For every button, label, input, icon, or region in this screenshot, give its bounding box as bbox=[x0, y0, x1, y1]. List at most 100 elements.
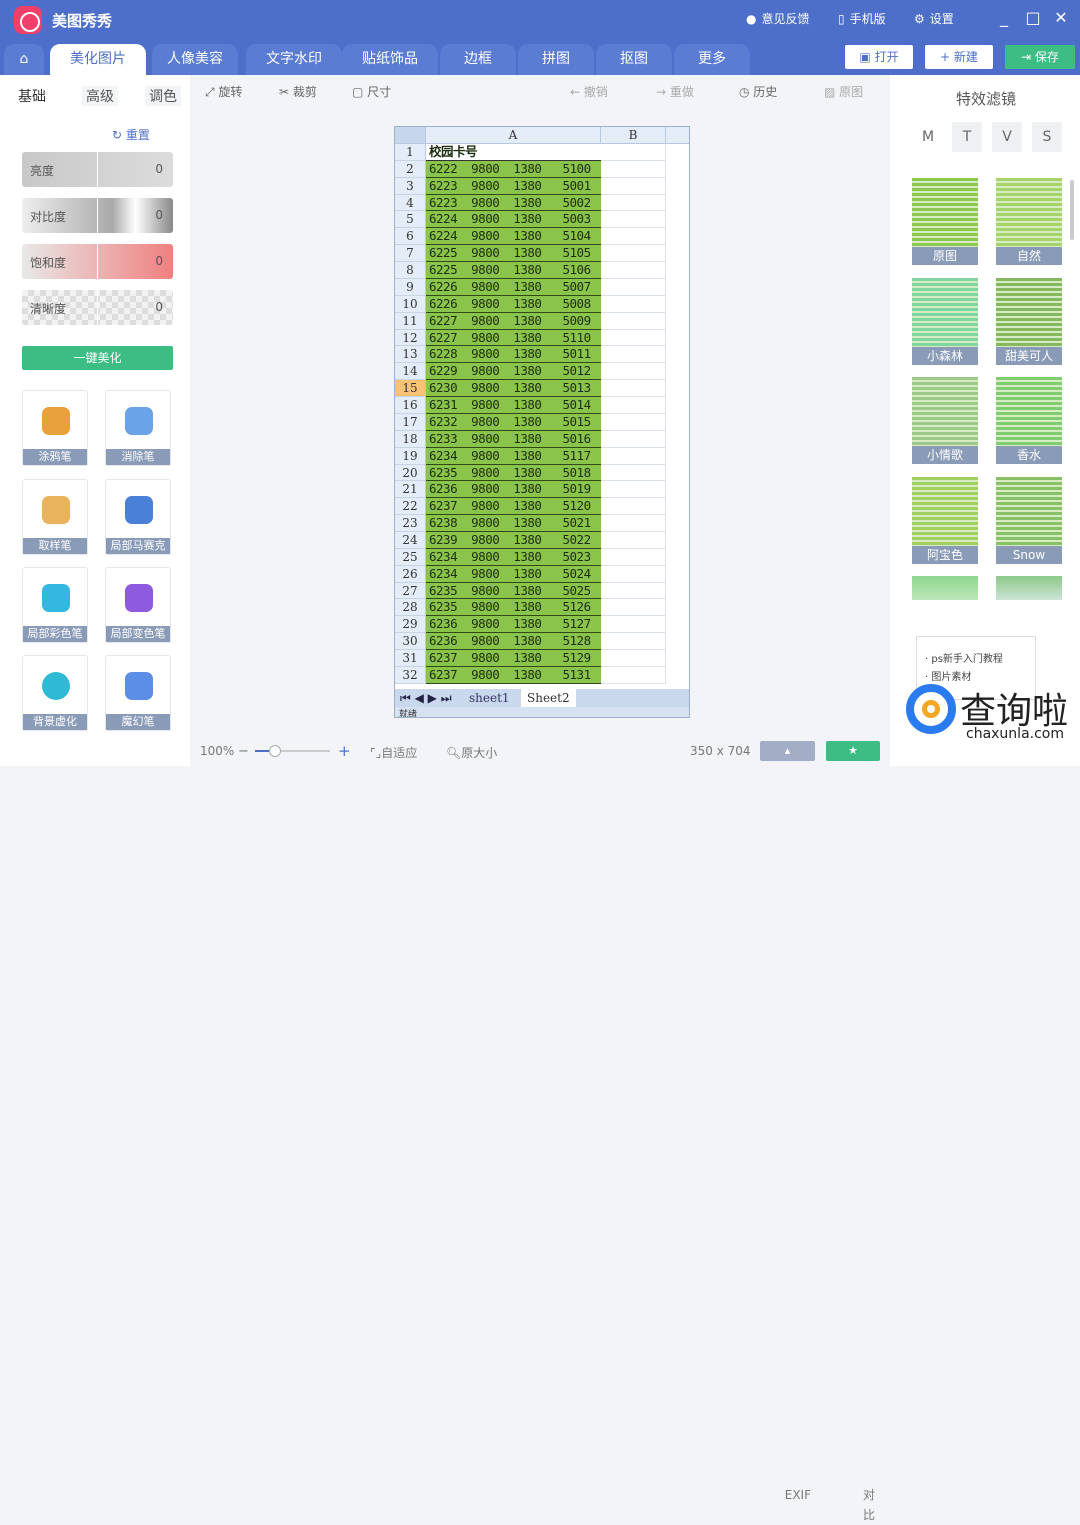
tab-stickers[interactable]: 贴纸饰品 bbox=[342, 44, 438, 75]
filters-scrollbar[interactable] bbox=[1070, 180, 1074, 240]
subtab-advanced[interactable]: 高级 bbox=[82, 86, 118, 106]
tab-text[interactable]: 文字水印 bbox=[246, 44, 342, 75]
card-number-cell: 6237 9800 1380 5129 bbox=[426, 650, 601, 667]
table-row: 26 6234 9800 1380 5024 bbox=[395, 565, 689, 583]
row-number: 19 bbox=[395, 447, 426, 465]
zoom-in-button[interactable]: + bbox=[338, 742, 351, 760]
color-pen-tool[interactable]: 局部彩色笔 bbox=[22, 567, 88, 643]
sample-pen-tool[interactable]: 取样笔 bbox=[22, 479, 88, 555]
filter-thumb[interactable]: 小森林 bbox=[912, 277, 978, 365]
filter-thumb[interactable]: Snow bbox=[996, 476, 1062, 564]
eraser-pen-tool[interactable]: 消除笔 bbox=[105, 390, 171, 466]
filter-thumb[interactable]: 甜美可人 bbox=[996, 277, 1062, 365]
table-row: 12 6227 9800 1380 5110 bbox=[395, 329, 689, 347]
open-button[interactable]: ▣ 打开 bbox=[845, 45, 913, 69]
filter-thumb[interactable]: 香水 bbox=[996, 377, 1062, 464]
mode-m[interactable]: M bbox=[913, 122, 943, 152]
auto-beautify-button[interactable]: 一键美化 bbox=[22, 346, 173, 370]
filter-thumb[interactable]: 原图 bbox=[912, 178, 978, 265]
filter-label: 甜美可人 bbox=[996, 346, 1062, 365]
blur-background-tool[interactable]: 背景虚化 bbox=[22, 655, 88, 731]
ad-link[interactable]: · ps新手入门教程 bbox=[925, 651, 1035, 669]
filter-thumb[interactable]: 阿宝色 bbox=[912, 476, 978, 564]
phone-icon: ▯ bbox=[838, 11, 845, 26]
mode-s[interactable]: S bbox=[1032, 122, 1062, 152]
filter-thumb[interactable]: 小情歌 bbox=[912, 377, 978, 464]
empty-cell bbox=[601, 616, 666, 634]
table-row: 8 6225 9800 1380 5106 bbox=[395, 262, 689, 279]
original-button[interactable]: ▨ 原图 bbox=[824, 83, 863, 100]
exif-button[interactable]: EXIF ▴ bbox=[760, 741, 815, 1502]
feedback-link[interactable]: ● 意见反馈 bbox=[746, 10, 810, 27]
zoom-slider[interactable] bbox=[255, 745, 330, 757]
original-label: 原图 bbox=[839, 85, 864, 99]
card-number-cell: 6227 9800 1380 5009 bbox=[426, 312, 601, 330]
card-number-cell: 6223 9800 1380 5001 bbox=[426, 177, 601, 195]
magic-wand-icon bbox=[125, 672, 153, 700]
mosaic-tool[interactable]: 局部马赛克 bbox=[105, 479, 171, 555]
magic-pen-tool[interactable]: 魔幻笔 bbox=[105, 655, 171, 731]
reset-button[interactable]: ↻ 重置 bbox=[112, 126, 150, 143]
redo-button[interactable]: → 重做 bbox=[656, 83, 694, 100]
sheet-tab-active: Sheet2 bbox=[521, 689, 576, 707]
tab-cutout[interactable]: 抠图 bbox=[596, 44, 672, 75]
tab-beautify[interactable]: 美化图片 bbox=[50, 44, 146, 75]
history-button[interactable]: ◷ 历史 bbox=[739, 83, 777, 100]
save-button[interactable]: ⇥ 保存 bbox=[1005, 45, 1075, 69]
table-row: 29 6236 9800 1380 5127 bbox=[395, 616, 689, 634]
card-number-cell: 6225 9800 1380 5106 bbox=[426, 262, 601, 279]
saturation-slider[interactable]: 饱和度 0 bbox=[22, 244, 173, 279]
zoom-out-button[interactable]: − bbox=[238, 744, 249, 759]
filter-thumb[interactable]: 自然 bbox=[996, 178, 1062, 265]
recolor-pen-tool[interactable]: 局部变色笔 bbox=[105, 567, 171, 643]
tab-portrait[interactable]: 人像美容 bbox=[152, 44, 238, 75]
slider-label: 对比度 bbox=[30, 210, 67, 224]
settings-link[interactable]: ⚙ 设置 bbox=[914, 10, 954, 27]
contrast-slider[interactable]: 对比度 0 bbox=[22, 198, 173, 233]
mobile-link[interactable]: ▯ 手机版 bbox=[838, 10, 886, 27]
settings-label: 设置 bbox=[929, 12, 954, 26]
row-number: 3 bbox=[395, 177, 426, 195]
compare-button[interactable]: ★ 对比 bbox=[826, 741, 880, 1522]
home-tab[interactable]: ⌂ bbox=[4, 44, 44, 75]
zoom-slider-handle[interactable] bbox=[269, 745, 281, 757]
brightness-slider[interactable]: 亮度 0 bbox=[22, 152, 173, 187]
row-number: 29 bbox=[395, 616, 426, 634]
crop-button[interactable]: ✂ 裁剪 bbox=[279, 83, 317, 100]
tab-more[interactable]: 更多 bbox=[674, 44, 750, 75]
table-row: 32 6237 9800 1380 5131 bbox=[395, 666, 689, 684]
mode-v[interactable]: V bbox=[992, 122, 1022, 152]
rotate-button[interactable]: ⤢ 旋转 bbox=[205, 83, 242, 100]
subtab-color[interactable]: 调色 bbox=[145, 86, 181, 106]
slider-label: 清晰度 bbox=[30, 302, 67, 316]
new-button[interactable]: + 新建 bbox=[925, 45, 993, 69]
row-number: 8 bbox=[395, 262, 426, 279]
card-number-cell: 6227 9800 1380 5110 bbox=[426, 329, 601, 347]
filter-thumb-partial[interactable] bbox=[996, 576, 1062, 600]
close-button[interactable]: ✕ bbox=[1050, 8, 1072, 27]
card-number-cell: 6237 9800 1380 5120 bbox=[426, 498, 601, 516]
empty-cell bbox=[601, 548, 666, 566]
filter-label: 自然 bbox=[996, 247, 1062, 265]
filter-thumb-partial[interactable] bbox=[912, 576, 978, 600]
sharpness-slider[interactable]: 清晰度 0 bbox=[22, 290, 173, 325]
undo-button[interactable]: ← 撤销 bbox=[570, 83, 608, 100]
doodle-pen-tool[interactable]: 涂鸦笔 bbox=[22, 390, 88, 466]
minimize-button[interactable]: _ bbox=[993, 8, 1015, 27]
maximize-button[interactable]: □ bbox=[1022, 8, 1044, 27]
tab-frame[interactable]: 边框 bbox=[440, 44, 516, 75]
row-number: 23 bbox=[395, 515, 426, 532]
empty-cell bbox=[601, 262, 666, 279]
tool-label: 局部马赛克 bbox=[106, 538, 170, 554]
tab-collage[interactable]: 拼图 bbox=[518, 44, 594, 75]
filter-label: 小情歌 bbox=[912, 446, 978, 464]
resize-button[interactable]: ▢ 尺寸 bbox=[352, 83, 391, 100]
card-number-cell: 6223 9800 1380 5002 bbox=[426, 194, 601, 212]
mode-t[interactable]: T bbox=[952, 122, 982, 152]
feedback-label: 意见反馈 bbox=[761, 12, 810, 26]
redo-label: 重做 bbox=[669, 85, 694, 99]
fit-button[interactable]: ⌜⌟自适应 bbox=[370, 744, 417, 761]
card-number-cell: 6228 9800 1380 5011 bbox=[426, 346, 601, 364]
actual-size-button[interactable]: 🔍︎原大小 bbox=[446, 744, 497, 761]
subtab-basic[interactable]: 基础 bbox=[18, 86, 46, 106]
